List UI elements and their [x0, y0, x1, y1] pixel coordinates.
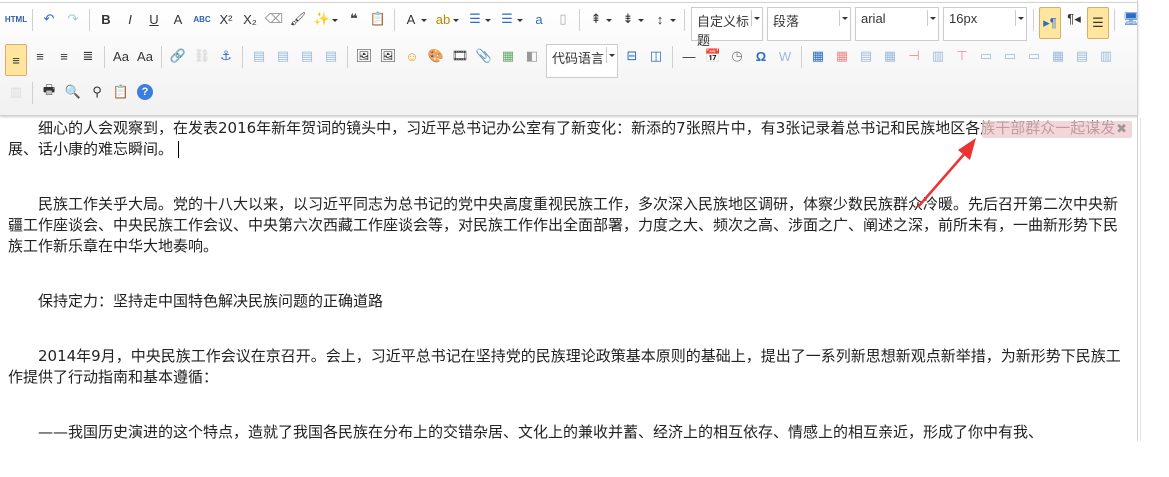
red-arrow-annotation — [917, 138, 976, 208]
arrow-shaft — [917, 151, 967, 208]
